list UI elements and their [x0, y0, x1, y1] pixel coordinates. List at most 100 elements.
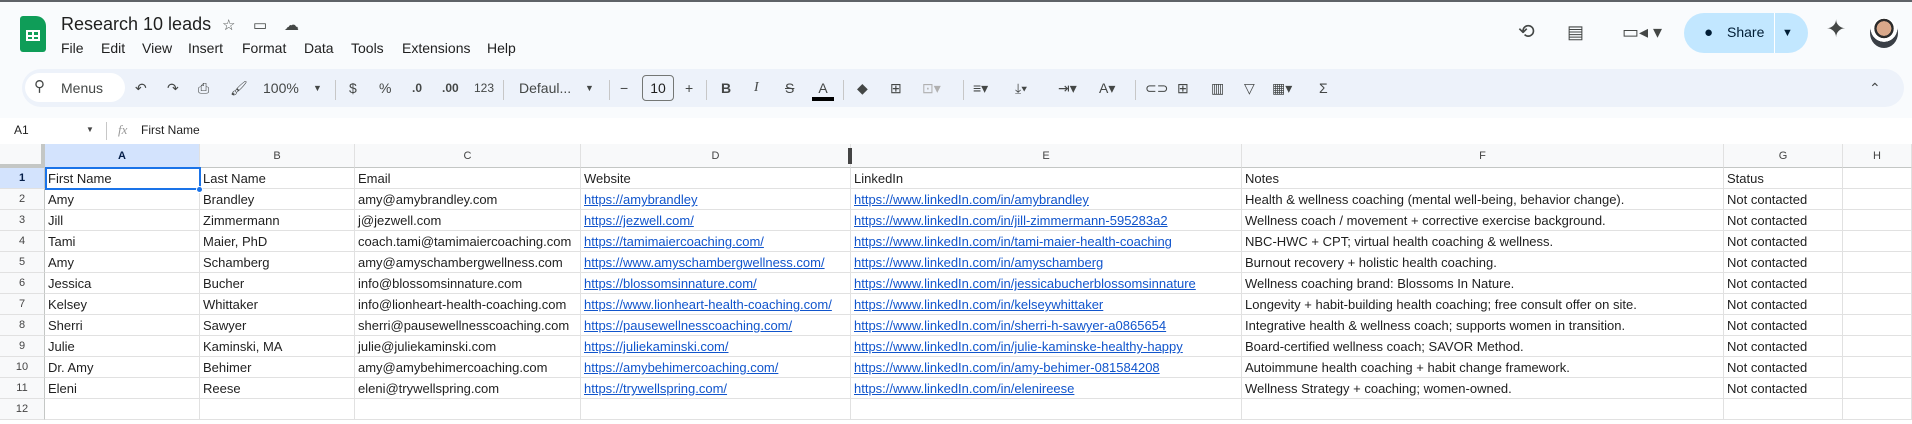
cell-empty[interactable]: [1843, 252, 1912, 273]
cell-email[interactable]: sherri@pausewellnesscoaching.com: [355, 315, 581, 336]
cell-linkedin[interactable]: LinkedIn: [851, 168, 1242, 189]
cell-notes[interactable]: Wellness coach / movement + corrective e…: [1242, 210, 1724, 231]
zoom-dropdown-icon[interactable]: ▼: [313, 79, 322, 97]
column-header-C[interactable]: C: [355, 144, 581, 168]
cell-first-name[interactable]: Jessica: [45, 273, 200, 294]
cell-empty[interactable]: [1843, 357, 1912, 378]
cell-status[interactable]: Status: [1724, 168, 1843, 189]
cell-website[interactable]: https://jezwell.com/: [581, 210, 851, 231]
cell-notes[interactable]: Wellness Strategy + coaching; women-owne…: [1242, 378, 1724, 399]
cell-email[interactable]: amy@amybehimercoaching.com: [355, 357, 581, 378]
cell-email[interactable]: amy@amyschambergwellness.com: [355, 252, 581, 273]
cell-website[interactable]: Website: [581, 168, 851, 189]
italic-button[interactable]: I: [754, 79, 759, 97]
cell-notes[interactable]: [1242, 399, 1724, 420]
vertical-align-icon[interactable]: ⤓▾: [1015, 79, 1027, 97]
undo-icon[interactable]: ↶: [135, 79, 147, 97]
cell-first-name[interactable]: Sherri: [45, 315, 200, 336]
cell-first-name[interactable]: Amy: [45, 189, 200, 210]
gemini-icon[interactable]: ✦: [1826, 18, 1846, 42]
cell-first-name[interactable]: Jill: [45, 210, 200, 231]
merge-cells-icon[interactable]: ⊡▾: [922, 79, 941, 97]
row-header[interactable]: 4: [0, 231, 45, 252]
row-header[interactable]: 12: [0, 399, 45, 420]
print-icon[interactable]: ⎙: [198, 79, 209, 97]
row-header[interactable]: 2: [0, 189, 45, 210]
insert-comment-icon[interactable]: ⊞: [1177, 79, 1189, 97]
horizontal-align-icon[interactable]: ≡▾: [973, 79, 988, 97]
cell-notes[interactable]: Integrative health & wellness coach; sup…: [1242, 315, 1724, 336]
column-resize-handle[interactable]: [848, 148, 852, 164]
cell-website[interactable]: https://tamimaiercoaching.com/: [581, 231, 851, 252]
filter-icon[interactable]: ▽: [1244, 79, 1255, 97]
cell-last-name[interactable]: Bucher: [200, 273, 355, 294]
column-header-H[interactable]: H: [1843, 144, 1912, 168]
move-folder-icon[interactable]: ▭: [253, 16, 267, 36]
cell-linkedin[interactable]: https://www.linkedIn.com/in/sherri-h-saw…: [851, 315, 1242, 336]
cell-first-name[interactable]: Tami: [45, 231, 200, 252]
cell-last-name[interactable]: [200, 399, 355, 420]
cell-website[interactable]: https://trywellspring.com/: [581, 378, 851, 399]
cell-last-name[interactable]: Brandley: [200, 189, 355, 210]
more-formats-button[interactable]: 123: [474, 79, 494, 97]
search-menus[interactable]: ⚲ Menus: [25, 73, 125, 102]
cell-linkedin[interactable]: https://www.linkedIn.com/in/amybrandley: [851, 189, 1242, 210]
strikethrough-button[interactable]: S: [785, 79, 794, 97]
column-header-D[interactable]: D: [581, 144, 851, 168]
cell-notes[interactable]: Autoimmune health coaching + habit chang…: [1242, 357, 1724, 378]
column-header-A[interactable]: A: [45, 144, 200, 168]
cell-status[interactable]: Not contacted: [1724, 273, 1843, 294]
share-button[interactable]: ● Share ▼: [1684, 13, 1808, 53]
menu-tools[interactable]: Tools: [351, 40, 384, 56]
meet-video-icon[interactable]: ▭◂ ▾: [1622, 22, 1662, 42]
cell-notes[interactable]: Burnout recovery + holistic health coach…: [1242, 252, 1724, 273]
cell-status[interactable]: [1724, 399, 1843, 420]
cell-email[interactable]: [355, 399, 581, 420]
fill-handle[interactable]: [196, 186, 203, 193]
cell-email[interactable]: eleni@trywellspring.com: [355, 378, 581, 399]
cell-last-name[interactable]: Maier, PhD: [200, 231, 355, 252]
cell-notes[interactable]: Wellness coaching brand: Blossoms In Nat…: [1242, 273, 1724, 294]
row-header[interactable]: 8: [0, 315, 45, 336]
cell-empty[interactable]: [1843, 378, 1912, 399]
cell-notes[interactable]: Longevity + habit-building health coachi…: [1242, 294, 1724, 315]
cell-email[interactable]: j@jezwell.com: [355, 210, 581, 231]
cell-website[interactable]: https://www.amyschambergwellness.com/: [581, 252, 851, 273]
row-header[interactable]: 9: [0, 336, 45, 357]
version-history-icon[interactable]: ⟲: [1518, 22, 1535, 42]
column-header-B[interactable]: B: [200, 144, 355, 168]
cell-email[interactable]: Email: [355, 168, 581, 189]
cell-last-name[interactable]: Zimmermann: [200, 210, 355, 231]
cell-email[interactable]: coach.tami@tamimaiercoaching.com: [355, 231, 581, 252]
fill-color-icon[interactable]: ◆: [857, 79, 868, 97]
row-header[interactable]: 1: [0, 168, 45, 189]
row-header[interactable]: 6: [0, 273, 45, 294]
sheets-logo-icon[interactable]: [20, 16, 46, 52]
cell-website[interactable]: https://pausewellnesscoaching.com/: [581, 315, 851, 336]
cell-empty[interactable]: [1843, 210, 1912, 231]
cell-last-name[interactable]: Schamberg: [200, 252, 355, 273]
cell-website[interactable]: https://amybehimercoaching.com/: [581, 357, 851, 378]
cell-last-name[interactable]: Reese: [200, 378, 355, 399]
cell-empty[interactable]: [1843, 189, 1912, 210]
menu-extensions[interactable]: Extensions: [402, 40, 470, 56]
cell-email[interactable]: julie@juliekaminski.com: [355, 336, 581, 357]
cell-empty[interactable]: [1843, 231, 1912, 252]
cell-last-name[interactable]: Sawyer: [200, 315, 355, 336]
redo-icon[interactable]: ↷: [167, 79, 179, 97]
cell-empty[interactable]: [1843, 399, 1912, 420]
cell-empty[interactable]: [1843, 273, 1912, 294]
row-header[interactable]: 10: [0, 357, 45, 378]
spreadsheet-grid[interactable]: A B C D E F G H 1 First Name Last Name Email Website…: [0, 144, 1912, 424]
cell-status[interactable]: Not contacted: [1724, 357, 1843, 378]
cell-website[interactable]: https://amybrandley: [581, 189, 851, 210]
row-header[interactable]: 7: [0, 294, 45, 315]
percent-format-button[interactable]: %: [379, 79, 391, 97]
comments-icon[interactable]: ▤: [1567, 22, 1584, 42]
cell-status[interactable]: Not contacted: [1724, 231, 1843, 252]
cell-email[interactable]: info@blossomsinnature.com: [355, 273, 581, 294]
avatar[interactable]: [1870, 18, 1898, 48]
cloud-saved-icon[interactable]: ☁: [284, 16, 299, 36]
cell-last-name[interactable]: Last Name: [200, 168, 355, 189]
cell-first-name[interactable]: Dr. Amy: [45, 357, 200, 378]
